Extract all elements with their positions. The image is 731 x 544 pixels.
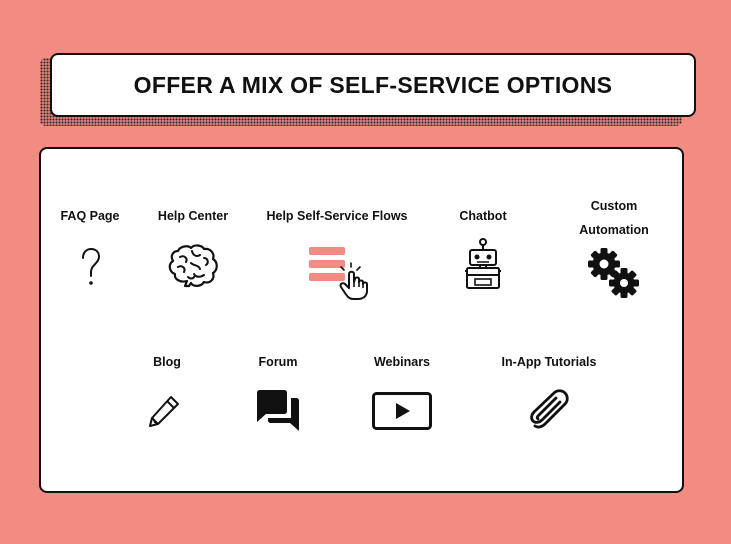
video-play-icon <box>372 392 432 430</box>
option-label-chatbot: Chatbot <box>459 209 507 223</box>
option-label-webinars: Webinars <box>373 355 431 369</box>
option-label-faq-page: FAQ Page <box>60 209 120 223</box>
option-label-custom: Custom <box>590 199 638 213</box>
option-label-help-center: Help Center <box>157 209 229 223</box>
robot-icon <box>464 237 502 291</box>
pencil-icon <box>147 394 181 428</box>
question-mark-icon <box>78 247 104 289</box>
title-banner: OFFER A MIX OF SELF-SERVICE OPTIONS <box>50 53 696 117</box>
list-pointer-icon <box>308 246 374 300</box>
chat-bubbles-icon <box>256 389 300 433</box>
option-label-blog: Blog <box>153 355 181 369</box>
option-label-help-self-service-flows: Help Self-Service Flows <box>266 209 408 223</box>
brain-icon <box>166 243 220 289</box>
paperclip-icon <box>527 389 571 433</box>
option-label-in-app-tutorials: In-App Tutorials <box>501 355 597 369</box>
option-label-automation: Automation <box>579 223 649 237</box>
page-title: OFFER A MIX OF SELF-SERVICE OPTIONS <box>133 71 613 98</box>
gears-icon <box>586 246 644 302</box>
option-label-forum: Forum <box>258 355 298 369</box>
